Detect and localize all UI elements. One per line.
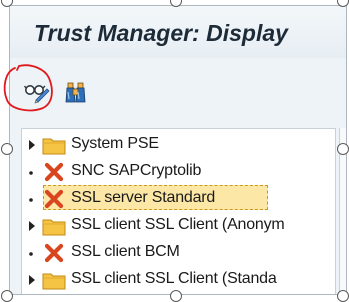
error-x-icon bbox=[42, 162, 66, 187]
display-change-button[interactable] bbox=[23, 78, 50, 104]
title-bar: Trust Manager: Display bbox=[10, 6, 346, 58]
error-x-icon bbox=[42, 243, 66, 268]
page-title: Trust Manager: Display bbox=[34, 20, 288, 46]
resize-handle[interactable] bbox=[337, 0, 349, 7]
resize-handle[interactable] bbox=[337, 290, 349, 302]
leaf-bullet-icon bbox=[28, 246, 36, 264]
resize-handle[interactable] bbox=[170, 290, 182, 302]
tree-node-label: SSL server Standard bbox=[71, 189, 216, 206]
leaf-bullet-icon bbox=[28, 192, 36, 210]
resize-handle[interactable] bbox=[1, 290, 13, 302]
tree-node[interactable]: SSL client SSL Client (Anonym bbox=[22, 212, 335, 239]
glasses-pencil-icon bbox=[23, 85, 50, 104]
tree-node[interactable]: SSL client BCM bbox=[22, 239, 335, 266]
find-button[interactable] bbox=[64, 78, 90, 104]
tree-node[interactable]: SSL client SSL Client (Standa bbox=[22, 266, 335, 293]
binoculars-icon bbox=[65, 82, 86, 103]
expand-arrow-icon[interactable] bbox=[28, 138, 36, 156]
tree-node-label: System PSE bbox=[71, 135, 159, 152]
leaf-bullet-icon bbox=[28, 165, 36, 183]
tree-node-label: SSL client BCM bbox=[71, 243, 180, 260]
folder-icon bbox=[42, 135, 66, 160]
trust-manager-window: Trust Manager: Display System PSE SNC SA… bbox=[9, 5, 347, 295]
error-x-icon bbox=[42, 189, 66, 214]
pse-tree: System PSE SNC SAPCryptolib SSL server Sta… bbox=[21, 128, 336, 294]
tree-node-label: SNC SAPCryptolib bbox=[71, 162, 202, 179]
tree-node[interactable]: SSL server Standard bbox=[22, 185, 335, 212]
tree-node-label: SSL client SSL Client (Standa bbox=[71, 270, 277, 287]
tree-node-label: SSL client SSL Client (Anonym bbox=[71, 216, 285, 233]
expand-arrow-icon[interactable] bbox=[28, 219, 36, 237]
resize-handle[interactable] bbox=[337, 143, 349, 155]
folder-icon bbox=[42, 216, 66, 241]
application-toolbar bbox=[10, 66, 346, 116]
tree-node[interactable]: SNC SAPCryptolib bbox=[22, 158, 335, 185]
tree-node[interactable]: System PSE bbox=[22, 131, 335, 158]
resize-handle[interactable] bbox=[1, 143, 13, 155]
folder-icon bbox=[42, 270, 66, 294]
expand-arrow-icon[interactable] bbox=[28, 273, 36, 291]
